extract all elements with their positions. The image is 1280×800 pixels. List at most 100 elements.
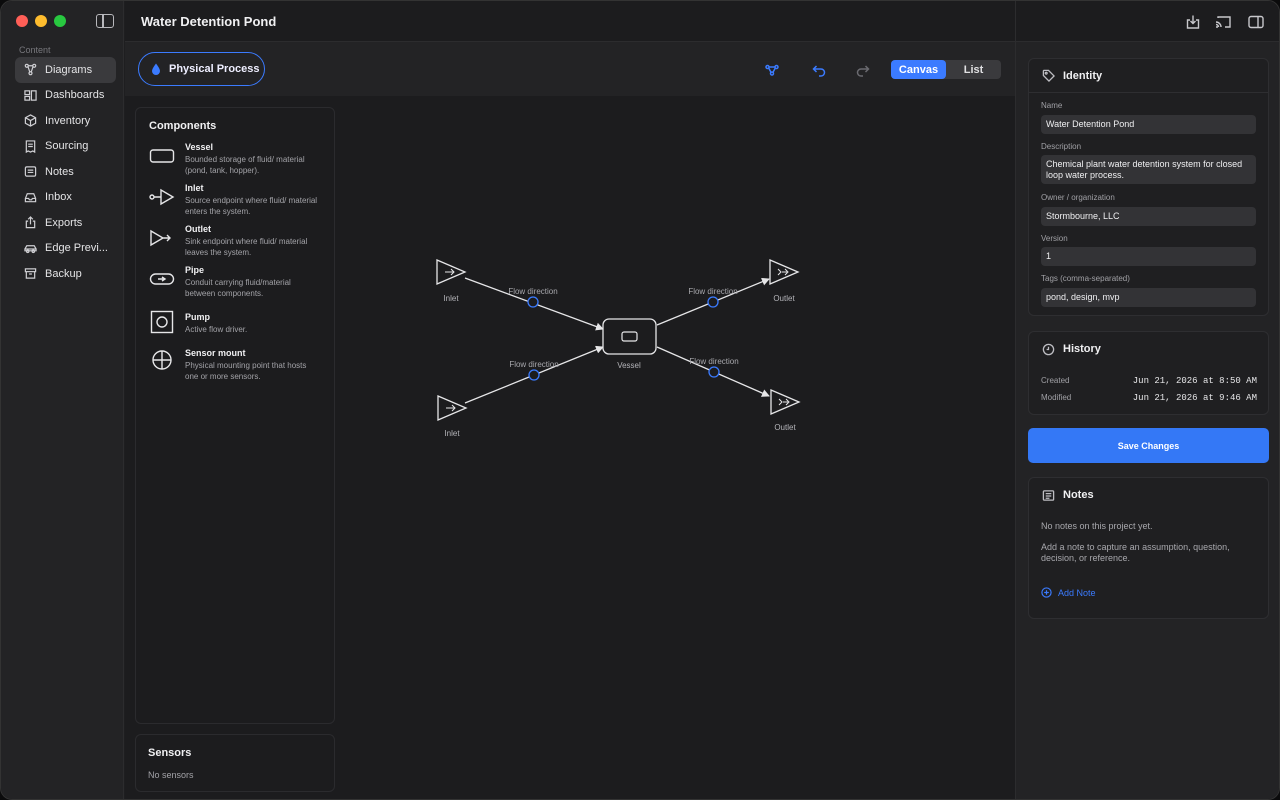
close-window-button[interactable]	[16, 15, 28, 27]
sidebar-section-label: Content	[19, 45, 51, 55]
outlet-node[interactable]: Outlet	[770, 389, 801, 432]
toolbar: Physical Process Canvas List	[125, 42, 1015, 96]
sensor-mount-icon	[148, 350, 176, 370]
sensors-empty-text: No sensors	[148, 770, 194, 780]
node-label: Inlet	[443, 294, 459, 303]
process-type-button[interactable]: Physical Process	[138, 52, 265, 86]
node-label: Inlet	[444, 429, 460, 438]
drop-icon	[152, 63, 160, 75]
sidebar: Content Diagrams Dashboards Inventory So…	[1, 1, 124, 799]
inlet-icon	[148, 187, 176, 207]
sidebar-item-edge-preview[interactable]: Edge Previ...	[15, 236, 116, 262]
sidebar-item-backup[interactable]: Backup	[15, 261, 116, 287]
components-panel: Components Vessel Bounded storage of flu…	[135, 107, 335, 724]
cube-icon	[23, 114, 37, 128]
flow-edge[interactable]: Flow direction	[656, 277, 770, 326]
view-canvas-tab[interactable]: Canvas	[891, 60, 946, 79]
sidebar-item-inventory[interactable]: Inventory	[15, 108, 116, 134]
add-note-label: Add Note	[1058, 587, 1096, 598]
description-field[interactable]: Chemical plant water detention system fo…	[1041, 155, 1256, 184]
component-name: Pump	[185, 312, 211, 322]
inspector-toggle-icon[interactable]	[1248, 14, 1264, 30]
sensors-title: Sensors	[148, 747, 192, 759]
sidebar-toggle-icon[interactable]	[96, 14, 114, 28]
notes-header: Notes	[1029, 478, 1268, 512]
component-name: Outlet	[185, 224, 211, 234]
graph-layout-icon[interactable]	[765, 63, 779, 77]
sidebar-item-label: Edge Previ...	[45, 242, 108, 255]
minimize-window-button[interactable]	[35, 15, 47, 27]
name-label: Name	[1041, 101, 1063, 110]
tag-icon	[1042, 69, 1055, 82]
component-name: Pipe	[185, 265, 205, 275]
tags-label: Tags (comma-separated)	[1041, 274, 1130, 283]
sidebar-item-exports[interactable]: Exports	[15, 210, 116, 236]
canvas-area: Flow direction Flow direction Flow direc…	[125, 96, 1015, 799]
sidebar-item-dashboards[interactable]: Dashboards	[15, 83, 116, 109]
sidebar-nav: Diagrams Dashboards Inventory Sourcing N…	[15, 57, 116, 287]
zoom-window-button[interactable]	[54, 15, 66, 27]
import-icon[interactable]	[1185, 14, 1201, 30]
sidebar-item-label: Diagrams	[45, 63, 93, 76]
version-label: Version	[1041, 234, 1068, 243]
outlet-node[interactable]: Outlet	[769, 259, 800, 303]
created-value: Jun 21, 2026 at 8:50 AM	[1132, 376, 1257, 386]
redo-icon[interactable]	[856, 63, 870, 77]
version-field[interactable]: 1	[1041, 247, 1256, 266]
save-changes-button[interactable]: Save Changes	[1028, 428, 1269, 463]
edge-label: Flow direction	[689, 357, 738, 366]
flow-edge[interactable]: Flow direction	[464, 345, 604, 404]
inspector-toolbar	[1016, 1, 1279, 42]
flow-edge[interactable]: Flow direction	[656, 346, 770, 397]
tags-field[interactable]: pond, design, mvp	[1041, 288, 1256, 307]
cast-icon[interactable]	[1215, 14, 1231, 30]
node-label: Vessel	[617, 361, 641, 370]
sidebar-item-sourcing[interactable]: Sourcing	[15, 134, 116, 160]
inlet-node[interactable]: Inlet	[437, 395, 468, 438]
owner-field[interactable]: Stormbourne, LLC	[1041, 207, 1256, 226]
name-field[interactable]: Water Detention Pond	[1041, 115, 1256, 134]
modified-label: Modified	[1041, 393, 1072, 402]
titlebar: Water Detention Pond	[125, 1, 1015, 42]
component-name: Sensor mount	[185, 348, 246, 358]
sidebar-item-inbox[interactable]: Inbox	[15, 185, 116, 211]
notes-empty-text: No notes on this project yet.	[1041, 521, 1153, 531]
dashboard-icon	[23, 88, 37, 102]
history-created-row: Created Jun 21, 2026 at 8:50 AM	[1041, 376, 1257, 386]
inbox-icon	[23, 190, 37, 204]
vessel-node[interactable]: Vessel	[602, 318, 657, 370]
edge-label: Flow direction	[508, 287, 557, 296]
component-description: Conduit carrying fluid/material between …	[185, 278, 291, 298]
window-controls	[16, 15, 66, 27]
process-type-label: Physical Process	[169, 63, 260, 75]
history-card: History Created Jun 21, 2026 at 8:50 AM …	[1028, 331, 1269, 415]
inlet-node[interactable]: Inlet	[436, 259, 467, 303]
component-name: Vessel	[185, 142, 214, 152]
note-icon	[1042, 489, 1055, 501]
outlet-icon	[148, 228, 176, 248]
view-list-tab[interactable]: List	[946, 60, 1001, 79]
edge-handle[interactable]	[528, 369, 540, 381]
description-label: Description	[1041, 142, 1082, 151]
sidebar-item-label: Inbox	[45, 191, 72, 204]
history-header: History	[1029, 332, 1268, 366]
edge-handle[interactable]	[707, 296, 719, 308]
component-description: Sink endpoint where fluid/ material leav…	[185, 237, 308, 257]
diagram-icon	[23, 63, 37, 77]
history-title: History	[1063, 343, 1101, 355]
edge-label: Flow direction	[509, 360, 558, 369]
sidebar-item-label: Exports	[45, 216, 83, 229]
add-note-button[interactable]: Add Note	[1041, 587, 1096, 598]
sidebar-item-diagrams[interactable]: Diagrams	[15, 57, 116, 83]
flow-edge[interactable]: Flow direction	[464, 277, 604, 331]
edge-handle[interactable]	[527, 296, 539, 308]
sidebar-item-label: Dashboards	[45, 89, 105, 102]
edge-handle[interactable]	[708, 366, 720, 378]
node-label: Outlet	[774, 423, 796, 432]
component-description: Bounded storage of fluid/ material (pond…	[185, 155, 305, 175]
identity-title: Identity	[1063, 69, 1103, 82]
component-description: Active flow driver.	[185, 325, 248, 334]
app-window: Content Diagrams Dashboards Inventory So…	[0, 0, 1280, 800]
sidebar-item-notes[interactable]: Notes	[15, 159, 116, 185]
undo-icon[interactable]	[812, 63, 826, 77]
